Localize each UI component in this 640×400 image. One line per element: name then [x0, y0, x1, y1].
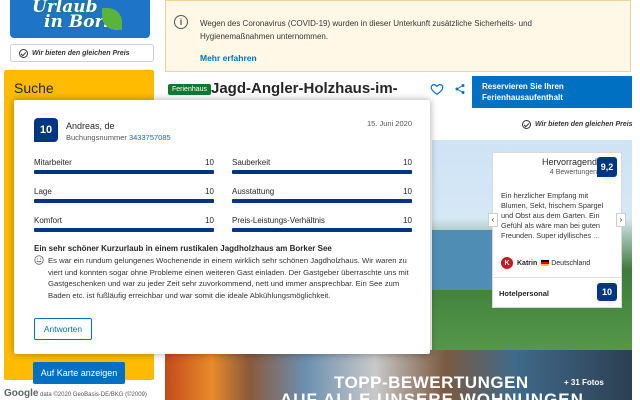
score-category-value: 10	[205, 216, 214, 225]
author-name: Katrin	[517, 259, 538, 267]
score-bar-track	[34, 170, 214, 174]
score-row: Preis-Leistungs-Verhältnis 10	[232, 216, 412, 234]
covid-notice-text: Wegen des Coronavirus (COVID-19) wurden …	[200, 19, 533, 41]
score-category-name: Komfort	[34, 216, 63, 225]
share-icon[interactable]	[454, 82, 466, 96]
score-category-name: Lage	[34, 187, 52, 196]
property-header: Ferienhaus Jagd-Angler-Holzhaus-im-	[165, 80, 465, 100]
score-bar-track	[232, 199, 412, 203]
review-score-badge: 10	[34, 118, 58, 142]
chevron-right-icon[interactable]: ›	[616, 213, 626, 227]
score-category-name: Ausstattung	[232, 187, 275, 196]
review-title: Ein sehr schöner Kurzurlaub in einem rus…	[34, 244, 332, 253]
reserve-button[interactable]: Reservieren Sie Ihren Ferienhausaufentha…	[472, 76, 632, 108]
property-title: Jagd-Angler-Holzhaus-im-	[211, 80, 398, 97]
booking-info: Buchungsnummer 3433757085	[66, 133, 171, 142]
score-row: Lage 10	[34, 187, 214, 205]
search-title: Suche	[14, 80, 54, 96]
score-bar-track	[232, 228, 412, 232]
score-bar-track	[232, 170, 412, 174]
score-row: Komfort 10	[34, 216, 214, 234]
staff-rating-label: Hotelpersonal	[499, 289, 550, 298]
score-category-name: Preis-Leistungs-Verhältnis	[232, 216, 325, 225]
review-author: K Katrin Deutschland	[501, 257, 590, 269]
score-category-name: Mitarbeiter	[34, 158, 72, 167]
check-circle-icon	[19, 48, 28, 58]
booking-number-link[interactable]: 3433757085	[129, 133, 171, 142]
avatar: K	[501, 257, 513, 269]
check-circle-icon	[522, 120, 531, 129]
reviewer-name: Andreas, de	[66, 121, 115, 131]
info-icon: i	[174, 15, 188, 29]
price-guarantee-label: Wir bieten den gleichen Preis	[32, 49, 130, 57]
score-category-value: 10	[205, 187, 214, 196]
review-date: 15. Juni 2020	[366, 119, 412, 128]
learn-more-link[interactable]: Mehr erfahren	[200, 53, 257, 63]
review-detail-modal: 10 Andreas, de Buchungsnummer 3433757085…	[14, 100, 430, 354]
score-bar-fill	[232, 170, 412, 174]
score-category-value: 10	[403, 187, 412, 196]
score-row: Ausstattung 10	[232, 187, 412, 205]
covid-notice: i Wegen des Coronavirus (COVID-19) wurde…	[165, 0, 631, 72]
author-country: Deutschland	[551, 259, 591, 267]
price-guarantee-right: Wir bieten den gleichen Preis	[522, 120, 633, 129]
lake-photo-area	[432, 230, 492, 290]
price-guarantee-left: Wir bieten den gleichen Preis	[10, 44, 154, 62]
germany-flag-icon	[541, 260, 550, 266]
review-body: Es war ein rundum gelungenes Wochenende …	[48, 256, 409, 300]
brand-logo[interactable]: Urlaub in Bork	[10, 0, 150, 38]
score-category-value: 10	[403, 216, 412, 225]
price-guarantee-label: Wir bieten den gleichen Preis	[535, 121, 633, 128]
rating-score-badge: 9,2	[597, 157, 617, 177]
score-bar-fill	[34, 199, 214, 203]
review-summary-panel: Hervorragend 4 Bewertungen 9,2 Ein herzl…	[488, 152, 626, 308]
reply-button[interactable]: Antworten	[34, 318, 92, 340]
score-row: Mitarbeiter 10	[34, 158, 214, 176]
score-bar-fill	[232, 228, 412, 232]
property-type-badge: Ferienhaus	[168, 84, 212, 95]
show-on-map-button[interactable]: Auf Karte anzeigen	[33, 362, 125, 384]
divider	[493, 277, 621, 278]
google-logo: Google	[4, 388, 39, 399]
chevron-left-icon[interactable]: ‹	[488, 213, 498, 227]
map-attribution: data ©2020 GeoBasis-DE/BKG (©2009)	[40, 392, 147, 398]
score-row: Sauberkeit 10	[232, 158, 412, 176]
score-bar-fill	[34, 170, 214, 174]
booking-label: Buchungsnummer	[66, 133, 127, 142]
smile-icon	[34, 255, 44, 265]
score-category-name: Sauberkeit	[232, 158, 271, 167]
more-photos-link[interactable]: + 31 Fotos	[564, 378, 604, 387]
score-bar-track	[34, 228, 214, 232]
heart-icon[interactable]	[430, 82, 444, 96]
staff-rating-score: 10	[597, 283, 617, 301]
rating-label: Hervorragend	[541, 157, 597, 167]
score-bar-fill	[34, 228, 214, 232]
score-category-value: 10	[205, 158, 214, 167]
review-count[interactable]: 4 Bewertungen	[499, 169, 597, 176]
review-quote: Ein herzlicher Empfang mit Blumen, Sekt,…	[501, 191, 604, 240]
score-bar-track	[34, 199, 214, 203]
score-bar-fill	[232, 199, 412, 203]
score-category-value: 10	[403, 158, 412, 167]
gallery-banner-line-2: AUF ALLE UNSERE WOHNUNGEN	[280, 390, 584, 400]
